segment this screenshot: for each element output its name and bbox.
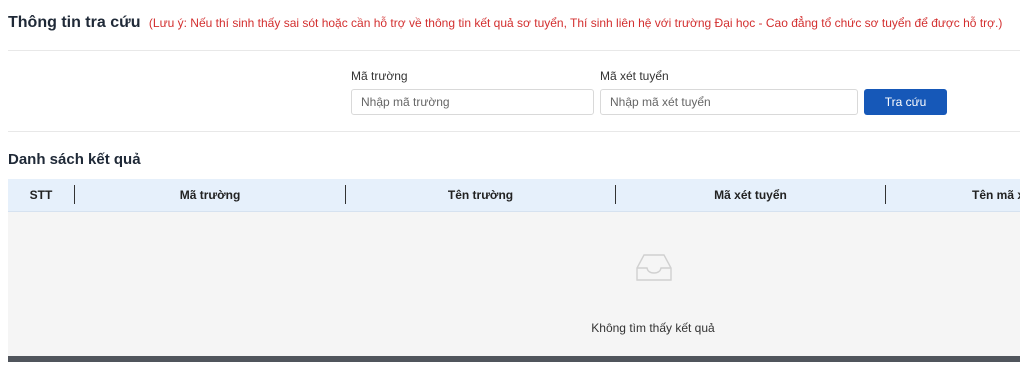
column-header-stt: STT xyxy=(29,188,53,202)
school-code-label: Mã trường xyxy=(351,69,408,83)
empty-state-text: Không tìm thấy kết quả xyxy=(591,321,715,335)
column-header-admission-code: Mã xét tuyển xyxy=(714,188,787,202)
divider xyxy=(8,50,1020,51)
results-table-body: Không tìm thấy kết quả xyxy=(8,212,1020,356)
results-table-header: STT Mã trường Tên trường Mã xét tuyển Tê… xyxy=(8,179,1020,212)
search-button[interactable]: Tra cứu xyxy=(864,89,947,115)
results-title: Danh sách kết quả xyxy=(8,151,141,168)
column-header-school-code: Mã trường xyxy=(179,188,241,202)
admission-code-input[interactable] xyxy=(600,89,858,115)
horizontal-scrollbar[interactable] xyxy=(8,356,1020,362)
column-header-admission-name: Tên mã xét tuyển xyxy=(971,188,1020,202)
column-header-school-name: Tên trường xyxy=(447,188,514,202)
support-note: (Lưu ý: Nếu thí sinh thấy sai sót hoặc c… xyxy=(148,16,1003,30)
inbox-icon xyxy=(636,254,672,281)
divider xyxy=(8,131,1020,132)
page-title: Thông tin tra cứu xyxy=(8,14,141,31)
admission-code-label: Mã xét tuyển xyxy=(600,69,669,83)
school-code-input[interactable] xyxy=(351,89,594,115)
lookup-header: Thông tin tra cứu (Lưu ý: Nếu thí sinh t… xyxy=(8,14,1020,32)
